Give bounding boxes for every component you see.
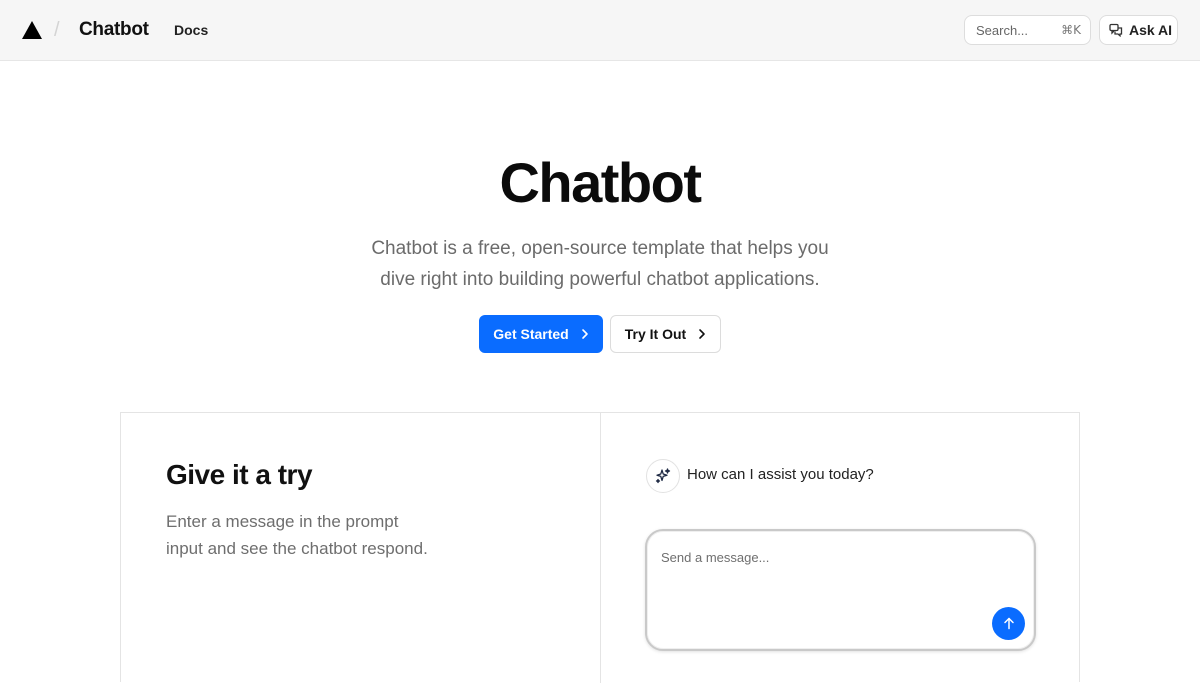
get-started-label: Get Started	[493, 326, 569, 342]
hero-title: Chatbot	[499, 151, 702, 214]
get-started-button[interactable]: Get Started	[479, 315, 603, 353]
chat-bubbles-icon	[1109, 23, 1123, 37]
sparkles-icon	[655, 468, 671, 484]
brand-name[interactable]: Chatbot	[79, 19, 149, 41]
search-input[interactable]: Search... ⌘K	[964, 15, 1091, 45]
panel-divider	[600, 413, 601, 683]
demo-panel: Give it a try Enter a message in the pro…	[120, 412, 1080, 683]
hero-subtitle: Chatbot is a free, open-source template …	[350, 233, 850, 295]
arrow-up-icon	[1003, 617, 1014, 630]
search-shortcut-badge: ⌘K	[1061, 23, 1081, 37]
ask-ai-button[interactable]: Ask AI	[1099, 15, 1178, 45]
nav-link-docs[interactable]: Docs	[174, 22, 208, 38]
try-it-out-label: Try It Out	[624, 326, 687, 342]
bot-greeting-message: How can I assist you today?	[687, 466, 874, 483]
hero-subtitle-line-2: dive right into building powerful chatbo…	[380, 269, 820, 290]
message-input[interactable]	[661, 547, 961, 567]
ask-ai-label: Ask AI	[1129, 22, 1173, 38]
demo-heading: Give it a try	[166, 459, 313, 490]
send-button[interactable]	[992, 607, 1025, 640]
triangle-logo-icon[interactable]	[22, 21, 42, 39]
chevron-right-icon	[581, 329, 588, 339]
breadcrumb-separator: /	[54, 19, 60, 41]
demo-description: Enter a message in the prompt input and …	[166, 508, 466, 562]
top-navbar: / Chatbot Docs Search... ⌘K Ask AI	[0, 0, 1200, 61]
prompt-box	[645, 529, 1036, 651]
try-it-out-button[interactable]: Try It Out	[610, 315, 721, 353]
demo-description-line-2: input and see the chatbot respond.	[166, 539, 428, 558]
search-placeholder: Search...	[976, 23, 1029, 38]
bot-avatar	[646, 459, 680, 493]
demo-description-line-1: Enter a message in the prompt	[166, 512, 399, 531]
hero-subtitle-line-1: Chatbot is a free, open-source template …	[371, 238, 829, 259]
chevron-right-icon	[699, 329, 706, 339]
